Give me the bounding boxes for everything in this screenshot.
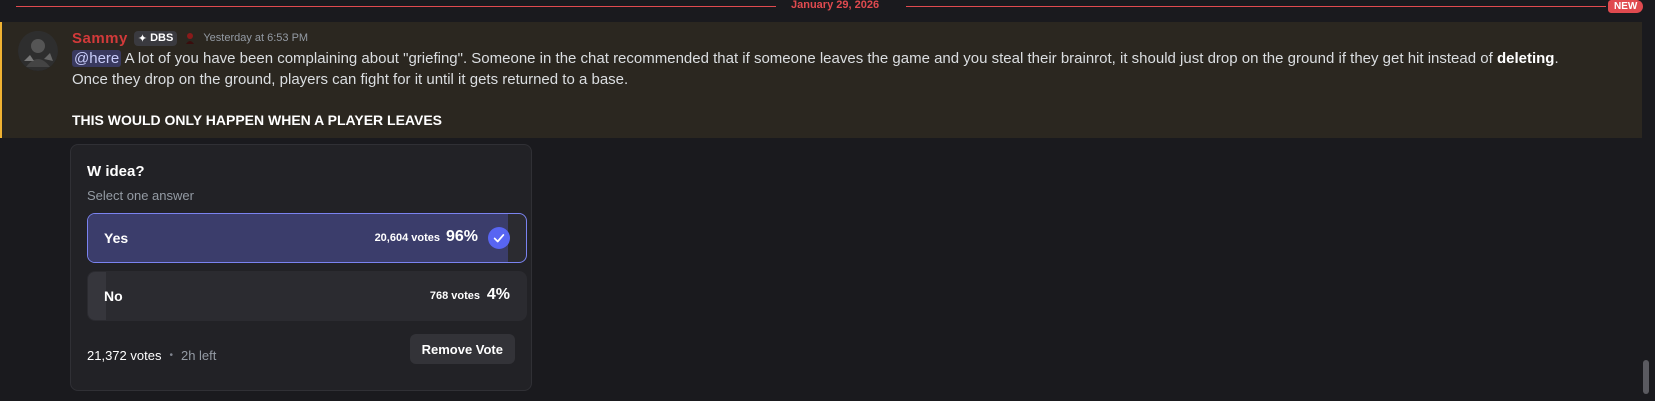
guild-tag[interactable]: ✦ DBS [133, 30, 178, 46]
message-bold-text: deleting [1496, 50, 1555, 67]
poll-answer-no[interactable]: No 768 votes 4% [87, 271, 527, 321]
message-content: @here A lot of you have been complaining… [72, 48, 1632, 90]
here-mention[interactable]: @here [72, 50, 122, 67]
message-text-before-bold: A lot of you have been complaining about… [121, 50, 1497, 67]
author-name[interactable]: Sammy [72, 30, 128, 47]
poll-answer-percent: 96% [445, 228, 478, 245]
poll-card: W idea? Select one answer Yes 20,604 vot… [70, 144, 532, 391]
message-header: Sammy ✦ DBS Yesterday at 6:53 PM [72, 28, 308, 48]
poll-answer-votes: 768 votes [429, 290, 480, 302]
poll-total-votes[interactable]: 21,372 votes [87, 348, 161, 363]
role-icon [183, 31, 197, 45]
poll-answer-votes: 20,604 votes [374, 232, 440, 244]
message-line-1: @here A lot of you have been complaining… [72, 48, 1632, 69]
check-icon [488, 227, 510, 249]
separator-dot: • [169, 349, 173, 361]
message-timestamp: Yesterday at 6:53 PM [203, 32, 309, 44]
avatar[interactable] [18, 31, 58, 71]
message-text-after-bold: . [1554, 50, 1559, 67]
poll-question: W idea? [87, 163, 145, 180]
message-shout-line: THIS WOULD ONLY HAPPEN WHEN A PLAYER LEA… [72, 112, 443, 128]
poll-time-left: 2h left [180, 347, 217, 363]
poll-subtitle: Select one answer [87, 188, 194, 203]
message-highlighted: Sammy ✦ DBS Yesterday at 6:53 PM @here A… [0, 22, 1642, 138]
poll-answer-percent: 4% [486, 286, 510, 303]
poll-answer-label: No [104, 288, 123, 304]
poll-answer-label: Yes [104, 230, 129, 246]
divider-line-left [16, 6, 776, 7]
poll-answer-fill [88, 272, 106, 320]
poll-answer-yes[interactable]: Yes 20,604 votes 96% [87, 213, 527, 263]
poll-footer: 21,372 votes • 2h left [87, 345, 216, 365]
scrollbar-thumb[interactable] [1643, 360, 1649, 394]
sparkle-icon: ✦ [137, 32, 148, 45]
divider-date: January 29, 2026 [791, 0, 880, 11]
divider-line-right [906, 6, 1606, 7]
message-line-2: Once they drop on the ground, players ca… [72, 71, 629, 88]
remove-vote-button[interactable]: Remove Vote [409, 334, 515, 364]
guild-tag-label: DBS [150, 32, 174, 44]
new-messages-badge: NEW [1608, 0, 1644, 13]
